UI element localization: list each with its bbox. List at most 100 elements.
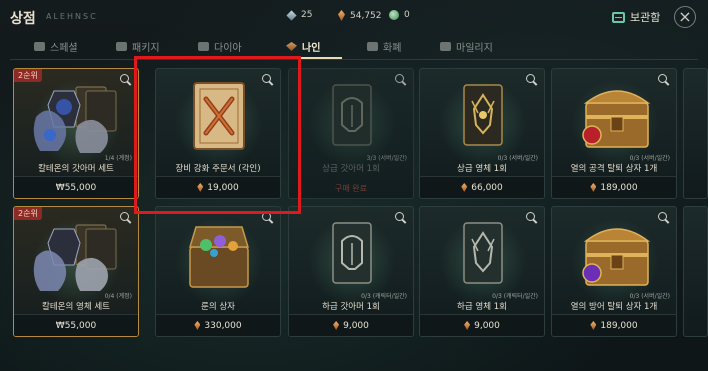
product-card[interactable]: 0/3 (캐릭터/일간) 하급 영체 1회 9,000 (419, 206, 545, 337)
price-button[interactable]: 19,000 (156, 176, 280, 198)
price-button[interactable]: ₩55,000 (14, 176, 138, 198)
top-bar: 상점 ALEHNSC 25 54,752 0 보관함 × (0, 0, 708, 34)
price-value: 9,000 (474, 320, 500, 331)
price-button[interactable]: 189,000 (552, 176, 676, 198)
nain-coin-icon (464, 321, 471, 330)
product-card[interactable]: 3/3 (서버/일간) 상급 갓아머 1회 구매 완료 (288, 68, 414, 199)
nain-coin-icon (194, 321, 201, 330)
price-value: 189,000 (600, 320, 638, 331)
priority-badge: 2순위 (14, 69, 42, 82)
nain-coin-icon (286, 42, 297, 51)
price-button[interactable]: 189,000 (552, 314, 676, 336)
zoom-icon[interactable] (262, 212, 273, 223)
tab-label: 화폐 (383, 43, 402, 54)
purchase-limit: 0/4 (계정) (104, 293, 132, 300)
purchase-limit: 0/3 (서버/일간) (629, 293, 670, 300)
coins-icon (367, 42, 378, 51)
price-button[interactable]: 9,000 (420, 314, 544, 336)
price-button[interactable]: 66,000 (420, 176, 544, 198)
nain-coin-icon (461, 183, 468, 192)
product-name: 룬의 상자 (201, 302, 235, 312)
nain-coin-icon (590, 321, 597, 330)
globe-balance: 0 (389, 10, 410, 20)
purchase-limit: 3/3 (서버/일간) (366, 155, 407, 162)
purchase-limit: 0/3 (서버/일간) (629, 155, 670, 162)
tab-package[interactable]: 패키지 (116, 39, 160, 54)
zoom-icon[interactable] (526, 74, 537, 85)
product-name: 상급 갓아머 1회 (322, 164, 380, 174)
price-value: 330,000 (204, 320, 242, 331)
purchase-limit: 1/4 (계정) (104, 155, 132, 162)
product-card[interactable]: 0/3 (서버/일간) 열의 공격 탈퇴 상자 1개 189,000 (551, 68, 677, 199)
tab-mileage[interactable]: 마일리지 (440, 39, 493, 54)
product-card[interactable]: 0/3 (서버/일간) 열의 방어 탈퇴 상자 1개 189,000 (551, 206, 677, 337)
product-card[interactable]: 2순위 0/4 (계정) 칼테온의 영체 세트 ₩55,000 (13, 206, 139, 337)
zoom-icon[interactable] (120, 212, 131, 223)
zoom-icon[interactable] (262, 74, 273, 85)
product-card[interactable]: 0/3 (서버/일간) 상급 영체 1회 66,000 (419, 68, 545, 199)
thumbs-up-icon (34, 42, 45, 51)
product-name: 열의 방어 탈퇴 상자 1개 (570, 302, 658, 312)
tab-diamond[interactable]: 다이아 (198, 39, 242, 54)
product-name: 열의 공격 탈퇴 상자 1개 (570, 164, 658, 174)
product-name: 장비 강화 주문서 (각인) (175, 164, 261, 174)
diamond-icon (286, 9, 297, 21)
price-value: ₩55,000 (55, 320, 97, 331)
product-card[interactable]: 2순위 1/4 (계정) 칼테온의 갓아머 세트 ₩55,000 (13, 68, 139, 199)
sold-out-label: 구매 완료 (335, 184, 367, 193)
product-card-partial[interactable] (683, 206, 708, 337)
nain-balance: 54,752 (338, 10, 382, 21)
nain-coin-icon (338, 10, 345, 21)
product-name: 하급 영체 1회 (457, 302, 507, 312)
purchase-limit: 0/3 (서버/일간) (497, 155, 538, 162)
price-value: 189,000 (600, 182, 638, 193)
purchase-limit: 0/3 (캐릭터/일간) (361, 293, 407, 300)
product-name: 하급 갓아머 1회 (322, 302, 380, 312)
storage-icon (612, 11, 625, 23)
tab-label: 나인 (302, 43, 321, 54)
zoom-icon[interactable] (658, 212, 669, 223)
page-title: 상점 (10, 11, 36, 27)
price-button[interactable]: ₩55,000 (14, 314, 138, 336)
price-button[interactable]: 9,000 (289, 314, 413, 336)
product-name: 칼테온의 영체 세트 (42, 302, 110, 312)
product-card[interactable]: 룬의 상자 330,000 (155, 206, 281, 337)
nain-value: 54,752 (350, 10, 382, 21)
tab-label: 다이아 (214, 43, 242, 54)
product-name: 칼테온의 갓아머 세트 (38, 164, 114, 174)
priority-badge: 2순위 (14, 207, 42, 220)
tab-divider (10, 59, 698, 60)
product-card-partial[interactable] (683, 68, 708, 199)
package-icon (116, 42, 127, 51)
zoom-icon[interactable] (395, 212, 406, 223)
diamond-balance: 25 (286, 9, 313, 21)
product-card[interactable]: 장비 강화 주문서 (각인) 19,000 (155, 68, 281, 199)
mileage-icon (440, 42, 451, 51)
price-value: ₩55,000 (55, 182, 97, 193)
price-value: 19,000 (207, 182, 239, 193)
tab-currency[interactable]: 화폐 (367, 39, 401, 54)
close-button[interactable]: × (674, 6, 696, 28)
product-card[interactable]: 0/3 (캐릭터/일간) 하급 갓아머 1회 9,000 (288, 206, 414, 337)
price-value: 9,000 (343, 320, 369, 331)
storage-label: 보관함 (630, 11, 661, 24)
tab-special[interactable]: 스페셜 (34, 39, 78, 54)
price-value: 66,000 (471, 182, 503, 193)
nain-coin-icon (590, 183, 597, 192)
zoom-icon[interactable] (658, 74, 669, 85)
tab-label: 패키지 (132, 43, 160, 54)
nain-coin-icon (333, 321, 340, 330)
tab-label: 스페셜 (50, 43, 78, 54)
zoom-icon[interactable] (526, 212, 537, 223)
tab-nain[interactable]: 나인 (286, 39, 320, 54)
tab-label: 마일리지 (456, 43, 493, 54)
globe-value: 0 (404, 10, 410, 20)
storage-button[interactable]: 보관함 (612, 9, 660, 25)
brand-subtitle: ALEHNSC (46, 12, 98, 21)
zoom-icon[interactable] (395, 74, 406, 85)
zoom-icon[interactable] (120, 74, 131, 85)
purchase-limit: 0/3 (캐릭터/일간) (492, 293, 538, 300)
price-button[interactable]: 330,000 (156, 314, 280, 336)
diamond-value: 25 (301, 10, 313, 20)
diamond-icon (198, 42, 209, 51)
